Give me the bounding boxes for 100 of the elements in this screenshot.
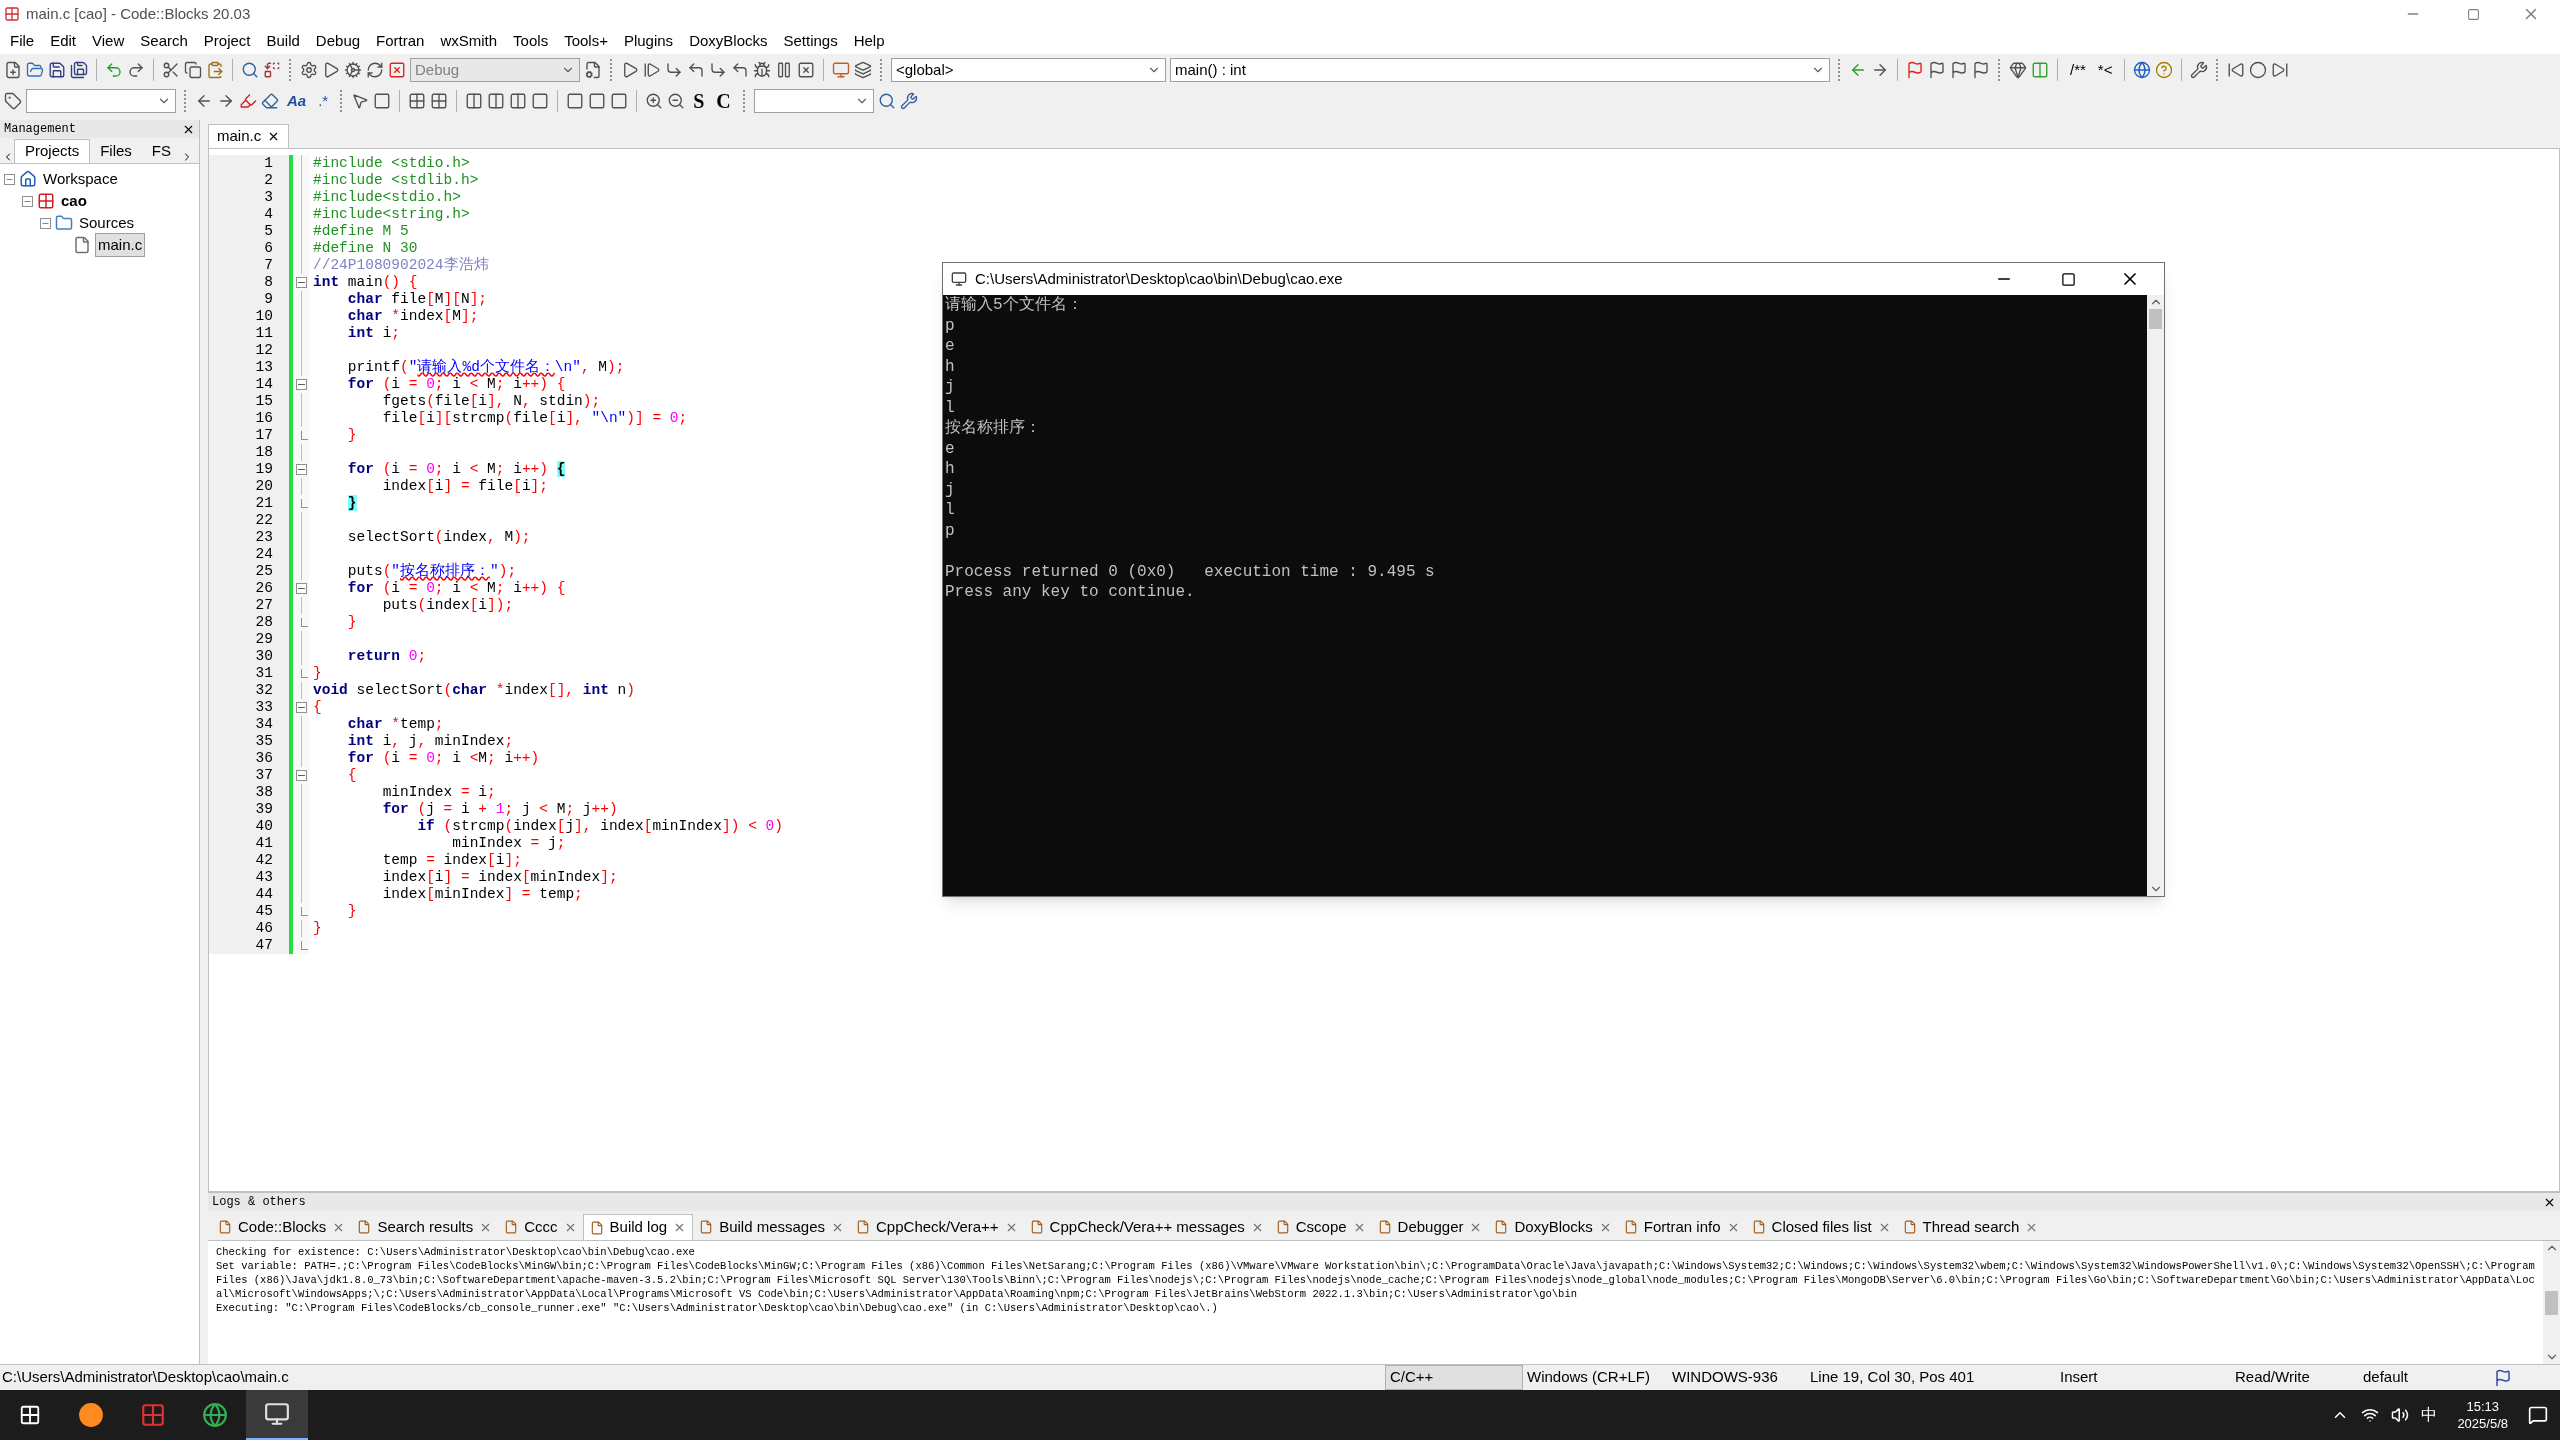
- menu-item[interactable]: Fortran: [368, 29, 433, 53]
- paste-icon[interactable]: [206, 61, 224, 79]
- window-icon[interactable]: [832, 61, 850, 79]
- pause-icon[interactable]: [775, 61, 793, 79]
- flag-icon[interactable]: [1928, 61, 1946, 79]
- redo-icon[interactable]: [127, 61, 145, 79]
- dropdown-field[interactable]: main() : int: [1170, 58, 1830, 82]
- windows-logo-icon[interactable]: [19, 1404, 41, 1426]
- menu-item[interactable]: Edit: [42, 29, 85, 53]
- tree-item[interactable]: main.c: [95, 232, 146, 258]
- fold-toggle[interactable]: [295, 379, 307, 390]
- pointer-icon[interactable]: [351, 92, 370, 110]
- scrollbar-thumb[interactable]: [2149, 309, 2162, 329]
- maximize-icon[interactable]: [2061, 271, 2076, 287]
- log-tab[interactable]: CppCheck/Vera++ messages: [1023, 1214, 1270, 1240]
- play-icon[interactable]: [322, 61, 340, 79]
- scrollbar[interactable]: [2147, 295, 2164, 896]
- network-icon[interactable]: [2361, 1406, 2380, 1424]
- flag-icon[interactable]: [1906, 61, 1924, 79]
- arrow-right-icon[interactable]: [217, 92, 235, 110]
- square-icon[interactable]: [610, 92, 629, 110]
- bug-icon[interactable]: [753, 61, 771, 79]
- menu-item[interactable]: View: [84, 29, 133, 53]
- gear-icon[interactable]: [300, 61, 318, 79]
- ime-indicator[interactable]: 中: [2421, 1403, 2438, 1427]
- folder-icon[interactable]: [26, 61, 44, 79]
- refresh-icon[interactable]: [366, 61, 384, 79]
- next-line-icon[interactable]: [709, 61, 727, 79]
- step-icon[interactable]: [643, 61, 661, 79]
- menu-item[interactable]: Settings: [775, 29, 846, 53]
- menu-item[interactable]: File: [2, 29, 43, 53]
- toolbar-glyph[interactable]: *<: [2093, 58, 2117, 82]
- clock[interactable]: 15:13 2025/5/8: [2449, 1398, 2516, 1432]
- wrench-icon[interactable]: [899, 92, 918, 110]
- toolbar-glyph[interactable]: C: [712, 86, 735, 116]
- menu-item[interactable]: Plugins: [615, 29, 682, 53]
- grid-icon[interactable]: [408, 92, 427, 110]
- log-tab[interactable]: Cscope: [1269, 1214, 1372, 1240]
- save-icon[interactable]: [48, 61, 66, 79]
- zoom-out-icon[interactable]: [667, 92, 686, 110]
- menu-item[interactable]: DoxyBlocks: [681, 29, 776, 53]
- columns-icon[interactable]: [465, 92, 484, 110]
- log-tab[interactable]: Cccc: [498, 1214, 583, 1240]
- dropdown-field[interactable]: <global>: [891, 58, 1166, 82]
- log-tab[interactable]: Build log: [582, 1214, 694, 1240]
- dropdown-field[interactable]: [753, 89, 874, 113]
- log-tab[interactable]: Thread search: [1896, 1214, 2045, 1240]
- layers-icon[interactable]: [854, 61, 872, 79]
- toolbar-glyph[interactable]: .*: [314, 89, 333, 113]
- taskbar-app[interactable]: [246, 1390, 308, 1440]
- square-icon[interactable]: [588, 92, 607, 110]
- log-tab[interactable]: Build messages: [693, 1214, 851, 1240]
- toolbar-glyph[interactable]: /**: [2066, 58, 2090, 82]
- panel-tab[interactable]: Projects: [14, 139, 91, 163]
- cut-icon[interactable]: [162, 61, 180, 79]
- replace-icon[interactable]: [263, 61, 281, 79]
- menu-item[interactable]: Help: [845, 29, 893, 53]
- gem-icon[interactable]: [2009, 61, 2027, 79]
- volume-icon[interactable]: [2391, 1406, 2410, 1424]
- menu-item[interactable]: Project: [195, 29, 259, 53]
- fold-toggle[interactable]: [295, 583, 307, 594]
- editor-tab[interactable]: main.c: [208, 124, 290, 148]
- panel-tab[interactable]: Files: [90, 139, 142, 163]
- step-into-icon[interactable]: [665, 61, 683, 79]
- columns-icon[interactable]: [509, 92, 528, 110]
- search-icon[interactable]: [241, 61, 259, 79]
- stop-icon[interactable]: [797, 61, 815, 79]
- step-out-icon[interactable]: [687, 61, 705, 79]
- scrollbar-thumb[interactable]: [2545, 1290, 2558, 1315]
- fold-toggle[interactable]: [295, 464, 307, 475]
- play-icon[interactable]: [621, 61, 639, 79]
- grid-icon[interactable]: [430, 92, 449, 110]
- tree-item[interactable]: cao: [59, 189, 89, 213]
- collapse-icon[interactable]: [40, 217, 51, 229]
- menu-item[interactable]: wxSmith: [432, 29, 506, 53]
- tag-icon[interactable]: [4, 92, 22, 110]
- tree-item[interactable]: Sources: [77, 211, 137, 235]
- square-icon[interactable]: [531, 92, 550, 110]
- menu-item[interactable]: Tools: [505, 29, 557, 53]
- menu-item[interactable]: Build: [258, 29, 308, 53]
- toolbar-glyph[interactable]: S: [689, 86, 709, 116]
- columns-icon[interactable]: [487, 92, 506, 110]
- return-icon[interactable]: [731, 61, 749, 79]
- highlighter-icon[interactable]: [239, 92, 257, 110]
- notification-icon[interactable]: [2528, 1405, 2548, 1425]
- help-icon[interactable]: [2155, 61, 2174, 79]
- wrench-icon[interactable]: [2190, 61, 2209, 79]
- flag-icon[interactable]: [1972, 61, 1990, 79]
- undo-icon[interactable]: [105, 61, 123, 79]
- toolbar-glyph[interactable]: Aa: [283, 89, 311, 113]
- zoom-in-icon[interactable]: [645, 92, 664, 110]
- stop-icon[interactable]: [388, 61, 406, 79]
- fold-toggle[interactable]: [295, 702, 307, 713]
- log-tab[interactable]: Code::Blocks: [212, 1214, 352, 1240]
- log-tab[interactable]: DoxyBlocks: [1488, 1214, 1618, 1240]
- square-icon[interactable]: [566, 92, 585, 110]
- copy-icon[interactable]: [184, 61, 202, 79]
- log-tab[interactable]: CppCheck/Vera++: [850, 1214, 1024, 1240]
- skip-forward-icon[interactable]: [2271, 61, 2290, 79]
- menu-item[interactable]: Debug: [307, 29, 369, 53]
